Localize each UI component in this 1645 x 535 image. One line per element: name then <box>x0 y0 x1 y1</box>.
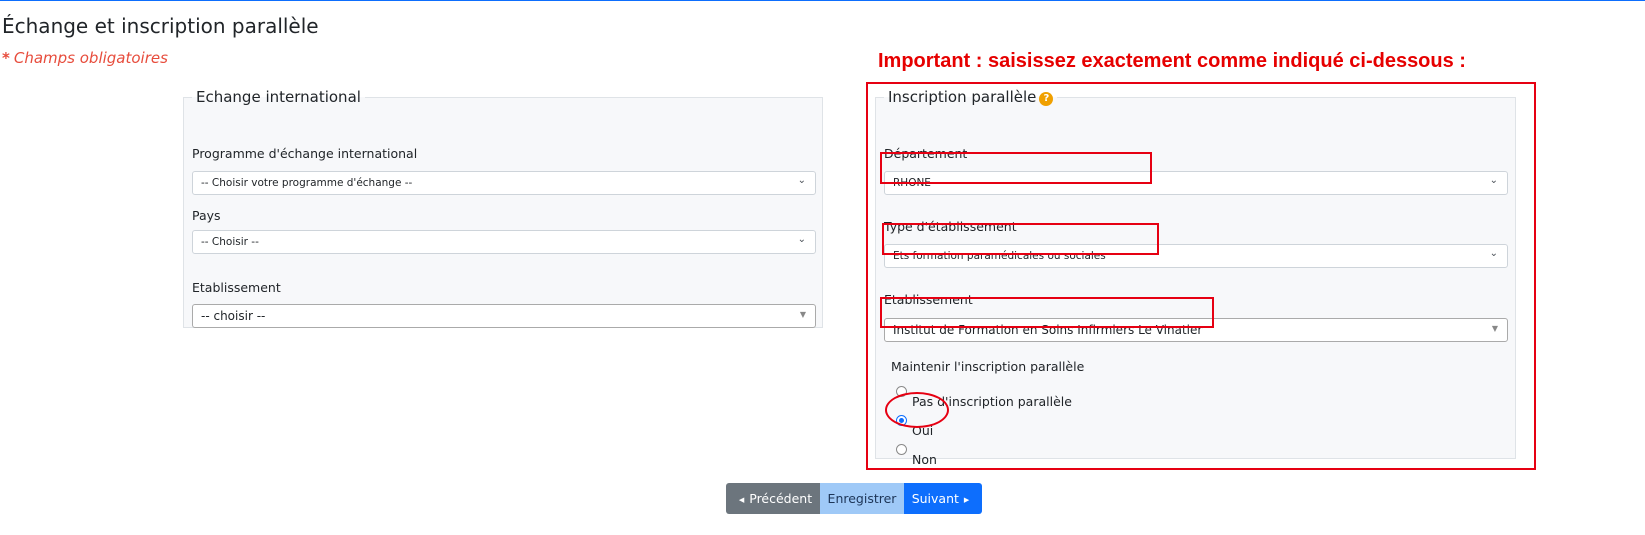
save-button[interactable]: Enregistrer <box>820 483 904 514</box>
annotation-outer-box <box>866 82 1536 470</box>
chevron-down-icon: ⌄ <box>797 175 806 186</box>
country-select[interactable]: -- Choisir -- ⌄ <box>192 230 816 254</box>
next-button-label: Suivant <box>911 491 959 506</box>
next-button[interactable]: Suivant ▶ <box>904 483 982 514</box>
important-annotation: Important : saisissez exactement comme i… <box>878 50 1466 72</box>
caret-left-icon: ◀ <box>738 496 745 504</box>
country-label: Pays <box>192 208 221 223</box>
annotation-oui-oval <box>885 392 949 428</box>
save-button-label: Enregistrer <box>827 491 897 506</box>
exchange-institution-value: -- choisir -- <box>201 309 266 323</box>
annotation-institution-box <box>880 297 1214 328</box>
chevron-down-icon: ⌄ <box>797 234 806 245</box>
program-label: Programme d'échange international <box>192 146 418 161</box>
annotation-type-box <box>882 223 1159 255</box>
annotation-department-box <box>880 152 1152 184</box>
required-star: * <box>2 49 10 67</box>
program-select-value: -- Choisir votre programme d'échange -- <box>201 177 413 189</box>
exchange-legend: Echange international <box>196 88 361 106</box>
country-select-value: -- Choisir -- <box>201 236 259 248</box>
program-select[interactable]: -- Choisir votre programme d'échange -- … <box>192 171 816 195</box>
required-note-text: Champs obligatoires <box>13 49 168 67</box>
caret-right-icon: ▶ <box>963 496 970 504</box>
previous-button-label: Précédent <box>749 491 813 506</box>
exchange-institution-select[interactable]: -- choisir -- ▼ <box>192 304 816 328</box>
exchange-fieldset: Echange international Programme d'échang… <box>183 88 823 328</box>
required-fields-note: * Champs obligatoires <box>2 49 168 67</box>
page-title: Échange et inscription parallèle <box>2 14 319 38</box>
previous-button[interactable]: ◀ Précédent <box>726 483 820 514</box>
caret-down-icon: ▼ <box>799 310 806 319</box>
exchange-institution-label: Etablissement <box>192 280 281 295</box>
top-border <box>0 0 1645 1</box>
